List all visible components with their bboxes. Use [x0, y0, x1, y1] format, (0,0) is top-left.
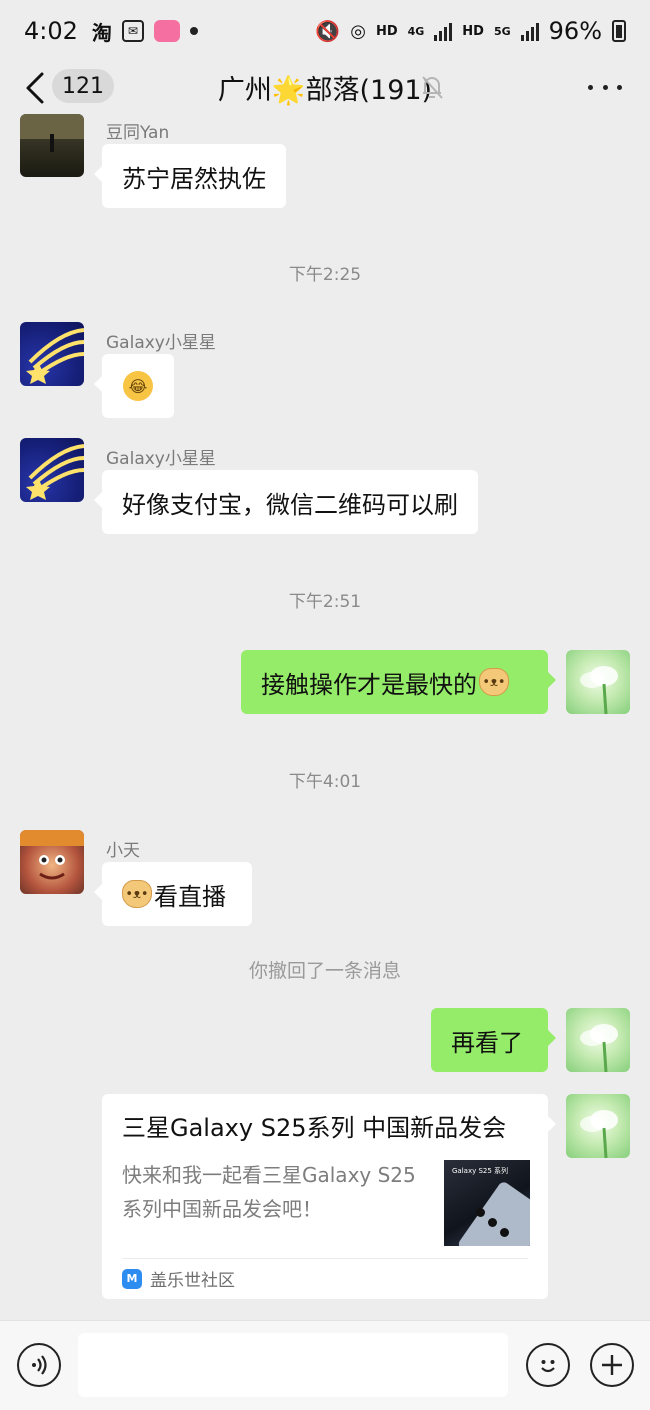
signal-icon-2: [520, 21, 539, 41]
phone-image: [456, 1180, 530, 1246]
avatar[interactable]: [20, 830, 84, 894]
bilibili-icon: [153, 20, 180, 42]
signal-icon-1: [434, 21, 453, 41]
bell-muted-icon: [422, 76, 443, 99]
message-text: 接触操作才是最快的: [261, 670, 477, 699]
status-time: 4:02: [24, 17, 78, 45]
message-bubble[interactable]: 😂: [94, 354, 174, 418]
avatar[interactable]: [566, 1008, 630, 1072]
input-bar: [0, 1320, 650, 1410]
more-options-button[interactable]: [588, 72, 622, 102]
message-bubble-outgoing[interactable]: 接触操作才是最快的 •ᴥ•: [241, 650, 556, 714]
emoji-icon[interactable]: [526, 1343, 570, 1387]
network-label-2: HD: [462, 23, 484, 39]
doge-emoji-icon: •ᴥ•: [122, 880, 152, 908]
message-bubble-outgoing[interactable]: 再看了: [431, 1008, 556, 1072]
hotspot-icon: ◎: [350, 20, 366, 42]
mini-program-icon: M: [122, 1268, 142, 1289]
message-input[interactable]: [78, 1333, 508, 1397]
battery-icon: [612, 20, 626, 42]
avatar[interactable]: [566, 650, 630, 714]
recall-notice: 你撤回了一条消息: [248, 960, 401, 982]
message-text: 再看了: [451, 1028, 523, 1057]
card-source-name: 盖乐世社区: [150, 1271, 235, 1291]
status-right: 🔇 ◎ HD 4G HD 5G 96%: [315, 17, 626, 45]
avatar[interactable]: [20, 114, 84, 177]
battery-percent: 96%: [548, 17, 602, 45]
dot-icon: [617, 84, 622, 90]
doge-emoji-icon: •ᴥ•: [479, 668, 509, 696]
sender-name: Galaxy小星星: [106, 449, 216, 469]
thumbnail-text: Galaxy S25 系列: [452, 1167, 509, 1175]
card-title: 三星Galaxy S25系列 中国新品发会: [122, 1114, 507, 1142]
shared-link-card[interactable]: 三星Galaxy S25系列 中国新品发会 快来和我一起看三星Galaxy S2…: [102, 1094, 556, 1299]
network-label-1: HD: [375, 23, 398, 39]
avatar[interactable]: [566, 1094, 630, 1158]
message-bubble[interactable]: •ᴥ• 看直播: [94, 862, 252, 926]
sender-name: 小天: [106, 841, 140, 861]
mail-icon: ✉: [121, 20, 144, 42]
voice-icon[interactable]: [17, 1343, 61, 1387]
dot-icon: [602, 84, 608, 90]
message-timestamp: 下午2:25: [288, 265, 362, 285]
laughing-emoji-icon: 😂: [123, 371, 153, 401]
chat-header: 121 广州🌟部落(191): [0, 62, 650, 114]
taobao-icon: 淘: [91, 20, 112, 45]
message-text: 看直播: [154, 882, 226, 911]
message-timestamp: 下午4:01: [288, 772, 362, 792]
sender-name: Galaxy小星星: [106, 333, 216, 353]
camera-lens-icon: [476, 1208, 485, 1217]
network-type-2: 5G: [493, 24, 511, 38]
avatar[interactable]: [20, 322, 84, 386]
message-list[interactable]: 豆同Yan 苏宁居然执佐 下午2:25 Galaxy小星星 😂 Galaxy小星…: [0, 114, 650, 1320]
message-bubble[interactable]: 好像支付宝，微信二维码可以刷: [94, 470, 478, 534]
message-text: 苏宁居然执佐: [122, 164, 266, 193]
card-thumbnail: Galaxy S25 系列: [444, 1160, 530, 1246]
plus-icon[interactable]: [590, 1343, 634, 1387]
sender-name: 豆同Yan: [106, 123, 170, 143]
camera-lens-icon: [500, 1228, 509, 1237]
card-description: 快来和我一起看三星Galaxy S25系列中国新品发会吧！: [122, 1163, 416, 1221]
message-text: 好像支付宝，微信二维码可以刷: [122, 490, 458, 519]
status-bar: 4:02 淘 ✉ 🔇 ◎ HD 4G HD 5G 96%: [0, 0, 650, 62]
notification-dot-icon: [189, 27, 198, 35]
message-timestamp: 下午2:51: [288, 592, 362, 612]
chat-title: 广州🌟部落(191): [217, 75, 433, 106]
card-source: M 盖乐世社区: [122, 1266, 235, 1291]
mute-status-icon: 🔇: [315, 19, 341, 43]
message-bubble[interactable]: 苏宁居然执佐: [94, 144, 286, 208]
camera-lens-icon: [488, 1218, 497, 1227]
network-type-1: 4G: [407, 24, 425, 38]
card-divider: [122, 1258, 528, 1259]
avatar[interactable]: [20, 438, 84, 502]
dot-icon: [588, 84, 593, 90]
